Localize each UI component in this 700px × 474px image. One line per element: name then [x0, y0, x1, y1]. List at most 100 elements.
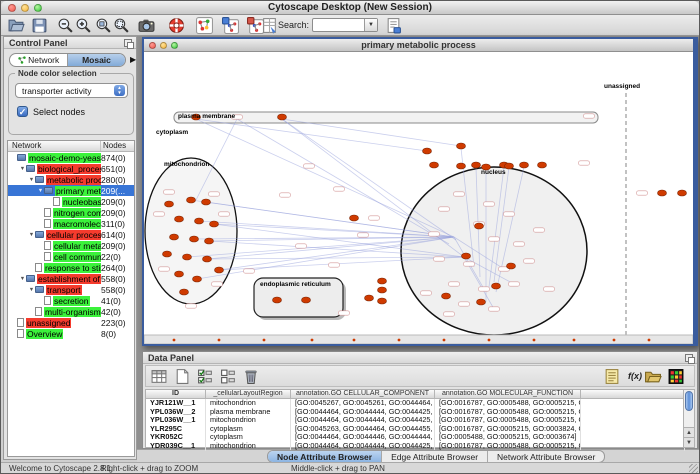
network-node[interactable]	[203, 256, 212, 262]
network-node[interactable]	[165, 201, 174, 207]
network-node[interactable]	[365, 295, 374, 301]
table-row[interactable]: YPL036W__1mitochondrion[GO:0044464, GO:0…	[146, 416, 685, 425]
tree-row[interactable]: Overview8(0)	[8, 328, 134, 339]
open-file-icon[interactable]	[8, 17, 25, 34]
network-node[interactable]	[187, 197, 196, 203]
network-node[interactable]	[378, 278, 387, 284]
network-canvas[interactable]: plasma membrane cytoplasm mitochondrion …	[144, 52, 693, 344]
tree-row[interactable]: ▼cellular process614(0)	[8, 229, 134, 240]
tree-row[interactable]: multi-organism pro42(0)	[8, 306, 134, 317]
resize-grip[interactable]	[689, 464, 698, 473]
network-node[interactable]	[183, 254, 192, 260]
network-node[interactable]	[472, 162, 481, 168]
network-node[interactable]	[442, 293, 451, 299]
network-node[interactable]	[457, 143, 466, 149]
network-node[interactable]	[210, 221, 219, 227]
network-node[interactable]	[180, 289, 189, 295]
tree-row[interactable]: cell communicat22(0)	[8, 251, 134, 262]
network-node[interactable]	[475, 223, 484, 229]
network-node[interactable]	[163, 251, 172, 257]
tree-row[interactable]: unassigned223(0)	[8, 317, 134, 328]
panel-float-icon[interactable]	[124, 39, 132, 47]
tree-row[interactable]: mosaic-demo-yeast874(0)	[8, 152, 134, 163]
network-node[interactable]	[302, 297, 311, 303]
network-node[interactable]	[350, 215, 359, 221]
search-input[interactable]	[315, 19, 363, 31]
heatmap-matrix-icon[interactable]	[667, 368, 685, 385]
network-node[interactable]	[423, 148, 432, 154]
zoom-fit-icon[interactable]	[113, 17, 130, 34]
tree-row[interactable]: ▼primary metabo209(...	[8, 185, 134, 196]
save-icon[interactable]	[31, 17, 48, 34]
tree-row[interactable]: ▼biological_process651(0)	[8, 163, 134, 174]
network-node[interactable]	[658, 190, 667, 196]
scroll-up-arrow[interactable]: ▲	[684, 427, 694, 437]
attribute-table[interactable]: ID_cellularLayoutRegionannotation.GO CEL…	[145, 389, 685, 448]
attribute-table-icon[interactable]	[150, 368, 168, 385]
tree-expander[interactable]: ▼	[28, 177, 35, 183]
unselect-attributes-icon[interactable]	[219, 368, 237, 385]
scroll-down-arrow[interactable]: ▼	[684, 437, 694, 447]
network-node[interactable]	[520, 162, 529, 168]
network-node[interactable]	[462, 253, 471, 259]
select-attributes-icon[interactable]	[196, 368, 214, 385]
tree-row[interactable]: nucleobase-209(0)	[8, 196, 134, 207]
scrollbar-thumb[interactable]	[685, 391, 693, 411]
browser-tab[interactable]: Network Attribute Browser	[487, 451, 604, 462]
new-attribute-icon[interactable]	[173, 368, 191, 385]
zoom-in-icon[interactable]	[75, 17, 92, 34]
network-node[interactable]	[175, 216, 184, 222]
tree-row[interactable]: macromolecule311(0)	[8, 218, 134, 229]
browser-tab[interactable]: Edge Attribute Browser	[381, 451, 487, 462]
tree-row[interactable]: ▼metabolic process280(0)	[8, 174, 134, 185]
attribute-list-icon[interactable]	[603, 368, 621, 385]
network-node[interactable]	[205, 238, 214, 244]
tree-row[interactable]: response to stimulu264(0)	[8, 262, 134, 273]
network-node[interactable]	[492, 283, 501, 289]
tree-row[interactable]: secretion41(0)	[8, 295, 134, 306]
tree-row[interactable]: ▼transport558(0)	[8, 284, 134, 295]
select-nodes-checkbox[interactable]: ✓	[17, 106, 28, 117]
network-node[interactable]	[193, 276, 202, 282]
network-node[interactable]	[175, 271, 184, 277]
network-node[interactable]	[378, 298, 387, 304]
tree-expander[interactable]: ▼	[37, 188, 44, 194]
snapshot-camera-icon[interactable]	[138, 17, 155, 34]
browser-tab[interactable]: Node Attribute Browser	[268, 451, 381, 462]
tree-expander[interactable]: ▼	[28, 232, 35, 238]
network-node[interactable]	[678, 190, 687, 196]
network-node[interactable]	[202, 199, 211, 205]
network-node[interactable]	[507, 263, 516, 269]
table-scrollbar[interactable]: ▲ ▼	[683, 389, 695, 448]
import-table-icon[interactable]	[261, 17, 278, 34]
tab-network[interactable]: Network	[10, 54, 67, 66]
network-node[interactable]	[278, 114, 287, 120]
search-dropdown-arrow[interactable]: ▼	[364, 19, 377, 31]
node-color-select[interactable]: transporter activity ▲▼	[15, 83, 128, 98]
network-node[interactable]	[170, 234, 179, 240]
import-attributes-folder-icon[interactable]	[644, 368, 662, 385]
tab-mosaic[interactable]: Mosaic	[67, 54, 125, 66]
tree-row[interactable]: nitrogen compo209(0)	[8, 207, 134, 218]
zoom-selected-icon[interactable]	[95, 17, 112, 34]
network-thumbnail-icon[interactable]	[196, 17, 213, 34]
delete-attribute-trash-icon[interactable]	[242, 368, 260, 385]
tree-expander[interactable]: ▼	[19, 166, 26, 172]
network-node[interactable]	[457, 163, 466, 169]
network-node[interactable]	[538, 162, 547, 168]
zoom-out-icon[interactable]	[57, 17, 74, 34]
tree-row[interactable]: ▼establishment of lo558(0)	[8, 273, 134, 284]
network-node[interactable]	[190, 236, 199, 242]
network-node[interactable]	[273, 297, 282, 303]
network-node[interactable]	[430, 162, 439, 168]
lifebuoy-icon[interactable]	[168, 17, 185, 34]
data-panel-float-icon[interactable]	[685, 354, 693, 362]
create-view-icon[interactable]	[222, 17, 239, 34]
table-row[interactable]: YLR295Ccytoplasm[GO:0045263, GO:0044464,…	[146, 425, 685, 434]
tree-expander[interactable]: ▼	[19, 276, 26, 282]
tree-expander[interactable]: ▼	[28, 287, 35, 293]
table-row[interactable]: YJR121W__1mitochondrion[GO:0045267, GO:0…	[146, 399, 685, 408]
table-row[interactable]: YKR052Ccytoplasm[GO:0044464, GO:0044446,…	[146, 433, 685, 442]
network-node[interactable]	[477, 299, 486, 305]
tab-overflow-arrow[interactable]: ▶	[130, 55, 136, 64]
